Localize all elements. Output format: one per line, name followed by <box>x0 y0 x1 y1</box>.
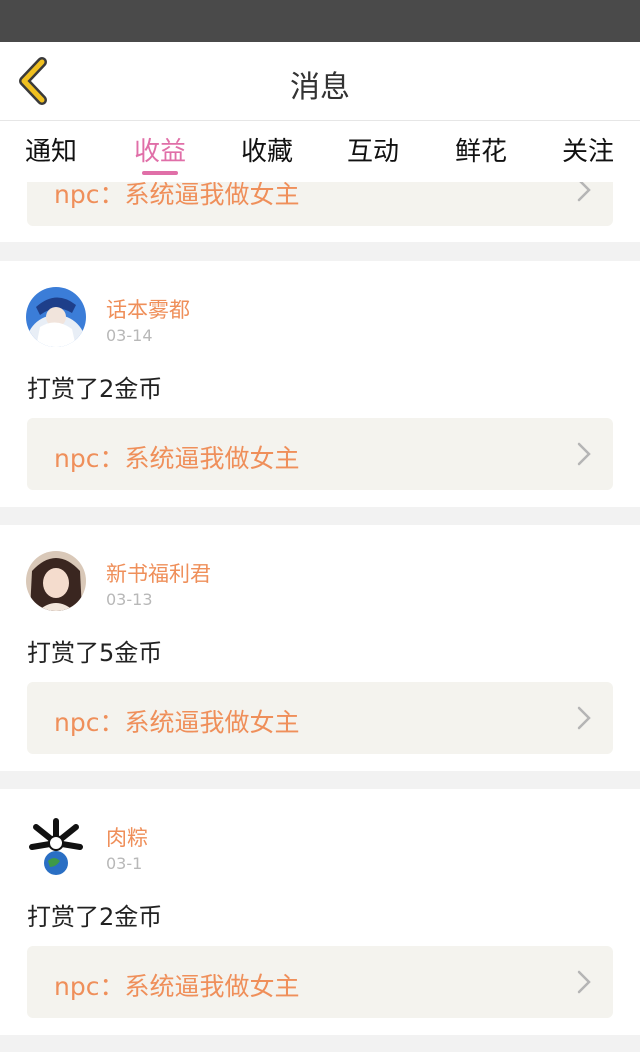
book-title: npc：系统逼我做女主 <box>54 182 300 209</box>
app-header: 消息 <box>0 42 640 121</box>
book-title: npc：系统逼我做女主 <box>54 708 300 737</box>
message-date: 03-1 <box>106 854 143 873</box>
tab-flowers[interactable]: 鲜花 <box>455 131 507 168</box>
username[interactable]: 话本雾都 <box>106 294 190 324</box>
username[interactable]: 肉粽 <box>106 822 148 852</box>
chevron-right-icon <box>577 970 591 994</box>
message-date: 03-13 <box>106 590 153 609</box>
book-link[interactable]: npc：系统逼我做女主 <box>27 682 613 754</box>
message-date: 03-14 <box>106 326 153 345</box>
username[interactable]: 新书福利君 <box>106 558 211 588</box>
page-title: 消息 <box>290 70 350 105</box>
book-link[interactable]: npc：系统逼我做女主 <box>27 946 613 1018</box>
message-card: 新书福利君 03-13 打赏了5金币 npc：系统逼我做女主 <box>0 525 640 771</box>
reward-text: 打赏了2金币 <box>27 903 163 931</box>
avatar[interactable] <box>26 551 86 611</box>
avatar[interactable] <box>26 815 86 875</box>
message-card: 肉粽 03-1 打赏了2金币 npc：系统逼我做女主 <box>0 789 640 1035</box>
reward-text: 打赏了5金币 <box>27 639 163 667</box>
reward-text: 打赏了2金币 <box>27 375 163 403</box>
tab-notifications[interactable]: 通知 <box>25 131 77 168</box>
book-title: npc：系统逼我做女主 <box>54 444 300 473</box>
active-tab-indicator <box>142 171 178 175</box>
chevron-right-icon <box>577 442 591 466</box>
message-card: 话本雾都 03-14 打赏了2金币 npc：系统逼我做女主 <box>0 261 640 507</box>
book-title: npc：系统逼我做女主 <box>54 972 300 1001</box>
tab-earnings[interactable]: 收益 <box>134 131 186 168</box>
status-bar <box>0 0 640 42</box>
chevron-right-icon <box>577 706 591 730</box>
book-link[interactable]: npc：系统逼我做女主 <box>27 418 613 490</box>
tab-bar: 通知 收益 收藏 互动 鲜花 关注 <box>0 121 640 182</box>
tab-following[interactable]: 关注 <box>562 131 614 168</box>
tab-favorites[interactable]: 收藏 <box>241 131 293 168</box>
message-card: npc：系统逼我做女主 <box>0 182 640 242</box>
tab-interactions[interactable]: 互动 <box>347 131 399 168</box>
book-link[interactable]: npc：系统逼我做女主 <box>27 182 613 226</box>
avatar[interactable] <box>26 287 86 347</box>
chevron-right-icon <box>577 182 591 202</box>
